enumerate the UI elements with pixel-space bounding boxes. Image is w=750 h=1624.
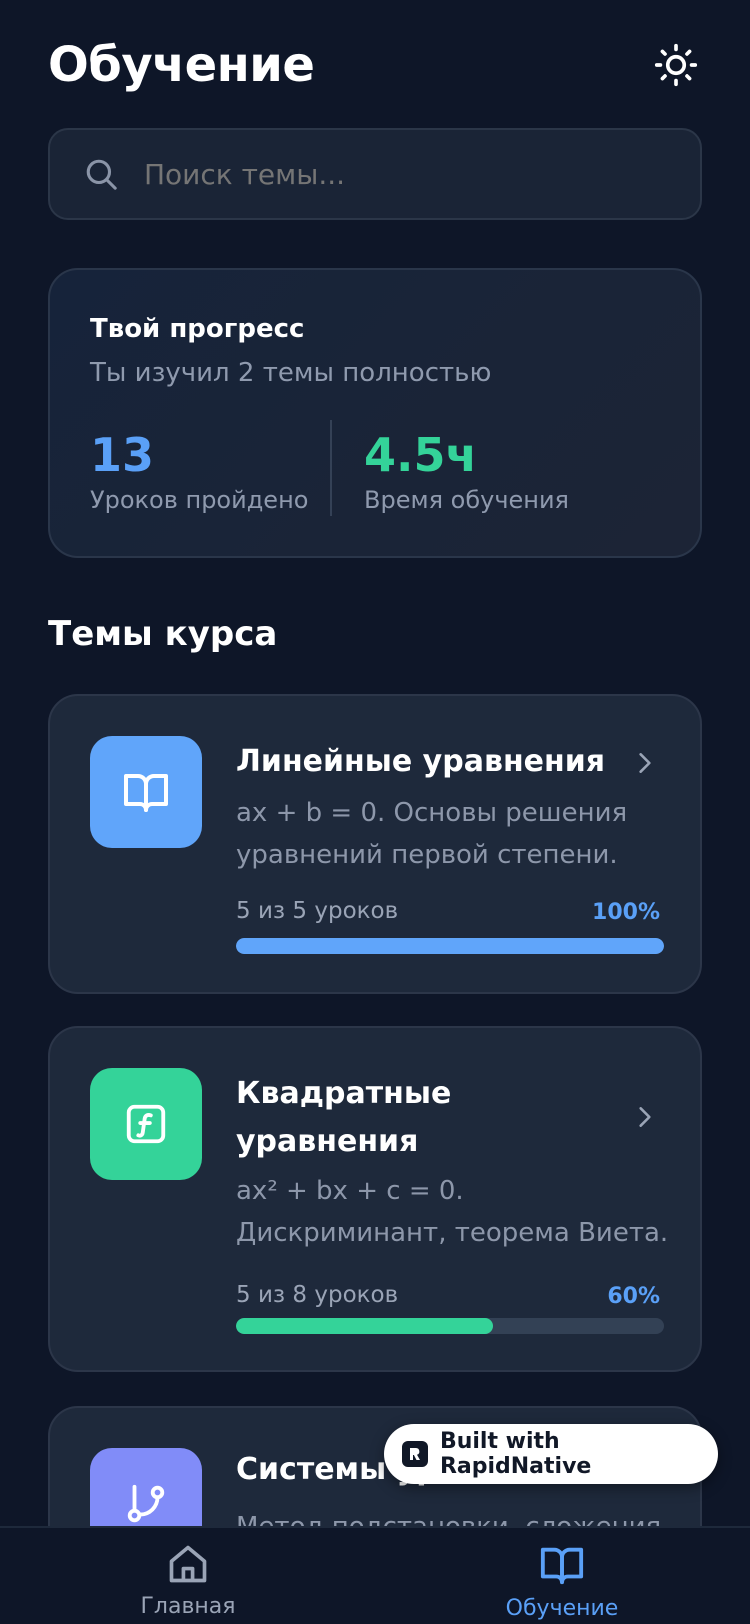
topic-icon-tile: [90, 1068, 202, 1180]
section-title: Темы курса: [48, 614, 278, 654]
topic-lessons-count: 5 из 8 уроков: [236, 1282, 399, 1308]
stat-time-label: Время обучения: [364, 486, 569, 514]
nav-label: Главная: [140, 1594, 236, 1619]
progress-card: Твой прогресс Ты изучил 2 темы полностью…: [48, 268, 702, 558]
topic-title: Квадратные уравнения: [236, 1076, 452, 1159]
search-input[interactable]: [144, 157, 624, 191]
search-bar[interactable]: [48, 128, 702, 220]
chevron-right-icon[interactable]: [630, 1102, 660, 1132]
stat-divider: [330, 420, 332, 516]
built-with-badge[interactable]: Built with RapidNative: [384, 1424, 718, 1484]
book-icon: [124, 774, 168, 812]
topic-progress-fill: [236, 938, 664, 954]
theme-toggle-button[interactable]: [650, 39, 702, 91]
stat-time-value: 4.5ч: [364, 428, 478, 482]
search-icon: [84, 157, 118, 191]
chevron-right-icon[interactable]: [630, 748, 660, 778]
topic-progress-track: [236, 938, 664, 954]
topic-card-quadratic[interactable]: Квадратные уравнения ax² + bx + c = 0. Д…: [48, 1026, 702, 1372]
topic-percent: 100%: [592, 900, 660, 925]
badge-text: Built with RapidNative: [439, 1429, 592, 1479]
stat-time: 4.5ч Время обучения: [364, 428, 569, 514]
progress-title: Твой прогресс: [90, 314, 305, 344]
topic-card-linear[interactable]: Линейные уравнения ax + b = 0. Основы ре…: [48, 694, 702, 994]
topic-description: ax + b = 0. Основы решения уравнений пер…: [236, 798, 628, 870]
rapidnative-logo-icon: [402, 1441, 428, 1467]
header: Обучение: [48, 30, 702, 100]
nav-item-learning[interactable]: Обучение: [472, 1542, 652, 1621]
stat-lessons-label: Уроков пройдено: [90, 486, 309, 514]
bottom-nav: Главная Обучение: [0, 1526, 750, 1624]
topic-lessons-count: 5 из 5 уроков: [236, 898, 399, 924]
stat-lessons: 13 Уроков пройдено: [90, 428, 308, 514]
sun-icon: [654, 43, 698, 87]
book-open-icon: [540, 1547, 584, 1585]
nav-item-home[interactable]: Главная: [98, 1542, 278, 1619]
home-icon: [169, 1545, 207, 1583]
nav-label: Обучение: [505, 1596, 619, 1621]
topic-percent: 60%: [607, 1284, 660, 1309]
progress-subtitle: Ты изучил 2 темы полностью: [90, 358, 492, 388]
topic-description: ax² + bx + c = 0. Дискриминант, теорема …: [236, 1176, 669, 1248]
topic-title: Линейные уравнения: [236, 744, 606, 779]
page-title: Обучение: [48, 37, 315, 93]
stat-lessons-value: 13: [90, 428, 155, 482]
function-icon: [126, 1104, 166, 1144]
topic-progress-track: [236, 1318, 664, 1334]
topic-progress-fill: [236, 1318, 493, 1334]
git-branch-icon: [127, 1484, 165, 1523]
topic-icon-tile: [90, 736, 202, 848]
